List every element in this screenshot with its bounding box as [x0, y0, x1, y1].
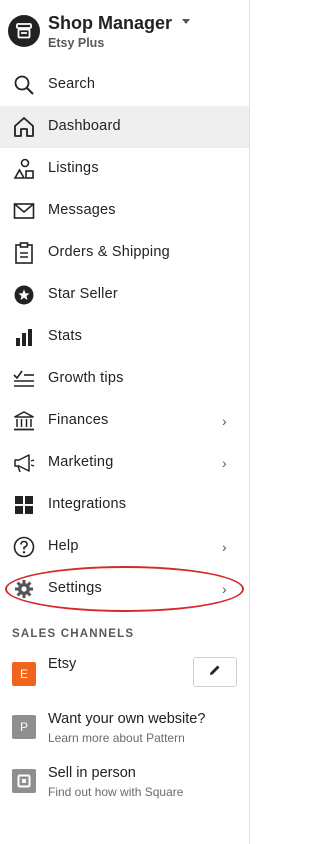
channel-description: Learn more about Pattern [48, 731, 185, 745]
nav-item-help[interactable]: Help › [0, 526, 249, 568]
edit-button[interactable] [193, 657, 237, 687]
search-icon [12, 74, 36, 96]
channel-square[interactable]: Sell in person Find out how with Square [0, 765, 249, 811]
nav-label: Dashboard [48, 118, 121, 134]
square-badge-icon [12, 769, 36, 793]
nav-label: Search [48, 76, 96, 92]
nav-label: Orders & Shipping [48, 244, 170, 260]
chevron-right-icon: › [222, 539, 227, 555]
nav-label: Star Seller [48, 286, 118, 302]
home-icon [12, 116, 36, 138]
channel-name: Etsy [48, 656, 77, 672]
channel-description: Find out how with Square [48, 785, 184, 799]
nav-item-settings[interactable]: Settings › [0, 568, 249, 610]
etsy-badge-icon: E [12, 662, 36, 686]
nav-item-search[interactable]: Search [0, 64, 249, 106]
chevron-right-icon: › [222, 455, 227, 471]
channel-name: Sell in person [48, 765, 136, 781]
nav-item-dashboard[interactable]: Dashboard [0, 106, 249, 148]
grid-icon [12, 494, 36, 516]
question-icon [12, 536, 36, 558]
nav-item-messages[interactable]: Messages [0, 190, 249, 232]
pencil-icon [208, 663, 222, 682]
nav-item-stats[interactable]: Stats [0, 316, 249, 358]
star-badge-icon [12, 284, 36, 306]
chevron-down-icon[interactable] [182, 19, 190, 24]
megaphone-icon [12, 452, 36, 474]
nav-label: Messages [48, 202, 116, 218]
nav-label: Help [48, 538, 79, 554]
listings-icon [12, 158, 36, 180]
channel-pattern[interactable]: P Want your own website? Learn more abou… [0, 711, 249, 757]
bank-icon [12, 410, 36, 432]
page-title: Shop Manager [48, 13, 173, 33]
envelope-icon [12, 200, 36, 222]
nav-item-orders-shipping[interactable]: Orders & Shipping [0, 232, 249, 274]
chevron-right-icon: › [222, 413, 227, 429]
checklist-icon [12, 368, 36, 390]
nav-label: Settings [48, 580, 102, 596]
section-heading-sales-channels: SALES CHANNELS [12, 628, 135, 640]
nav-item-listings[interactable]: Listings [0, 148, 249, 190]
pattern-badge-icon: P [12, 715, 36, 739]
bar-chart-icon [12, 326, 36, 348]
shop-manager-header[interactable]: Shop Manager Etsy Plus [8, 11, 243, 55]
gear-icon [12, 578, 36, 600]
channel-name: Want your own website? [48, 711, 206, 727]
chevron-right-icon: › [222, 581, 227, 597]
nav-item-marketing[interactable]: Marketing › [0, 442, 249, 484]
nav-item-integrations[interactable]: Integrations [0, 484, 249, 526]
nav-item-finances[interactable]: Finances › [0, 400, 249, 442]
nav-label: Listings [48, 160, 99, 176]
nav-label: Growth tips [48, 370, 124, 386]
nav-item-star-seller[interactable]: Star Seller [0, 274, 249, 316]
shop-logo-icon [8, 15, 40, 47]
nav-item-growth-tips[interactable]: Growth tips [0, 358, 249, 400]
nav-label: Marketing [48, 454, 114, 470]
sidebar: Shop Manager Etsy Plus Search Dashboard … [0, 0, 250, 844]
plan-subtitle: Etsy Plus [48, 36, 105, 50]
nav-label: Stats [48, 328, 83, 344]
nav-label: Finances [48, 412, 109, 428]
nav-label: Integrations [48, 496, 127, 512]
clipboard-icon [12, 242, 36, 264]
